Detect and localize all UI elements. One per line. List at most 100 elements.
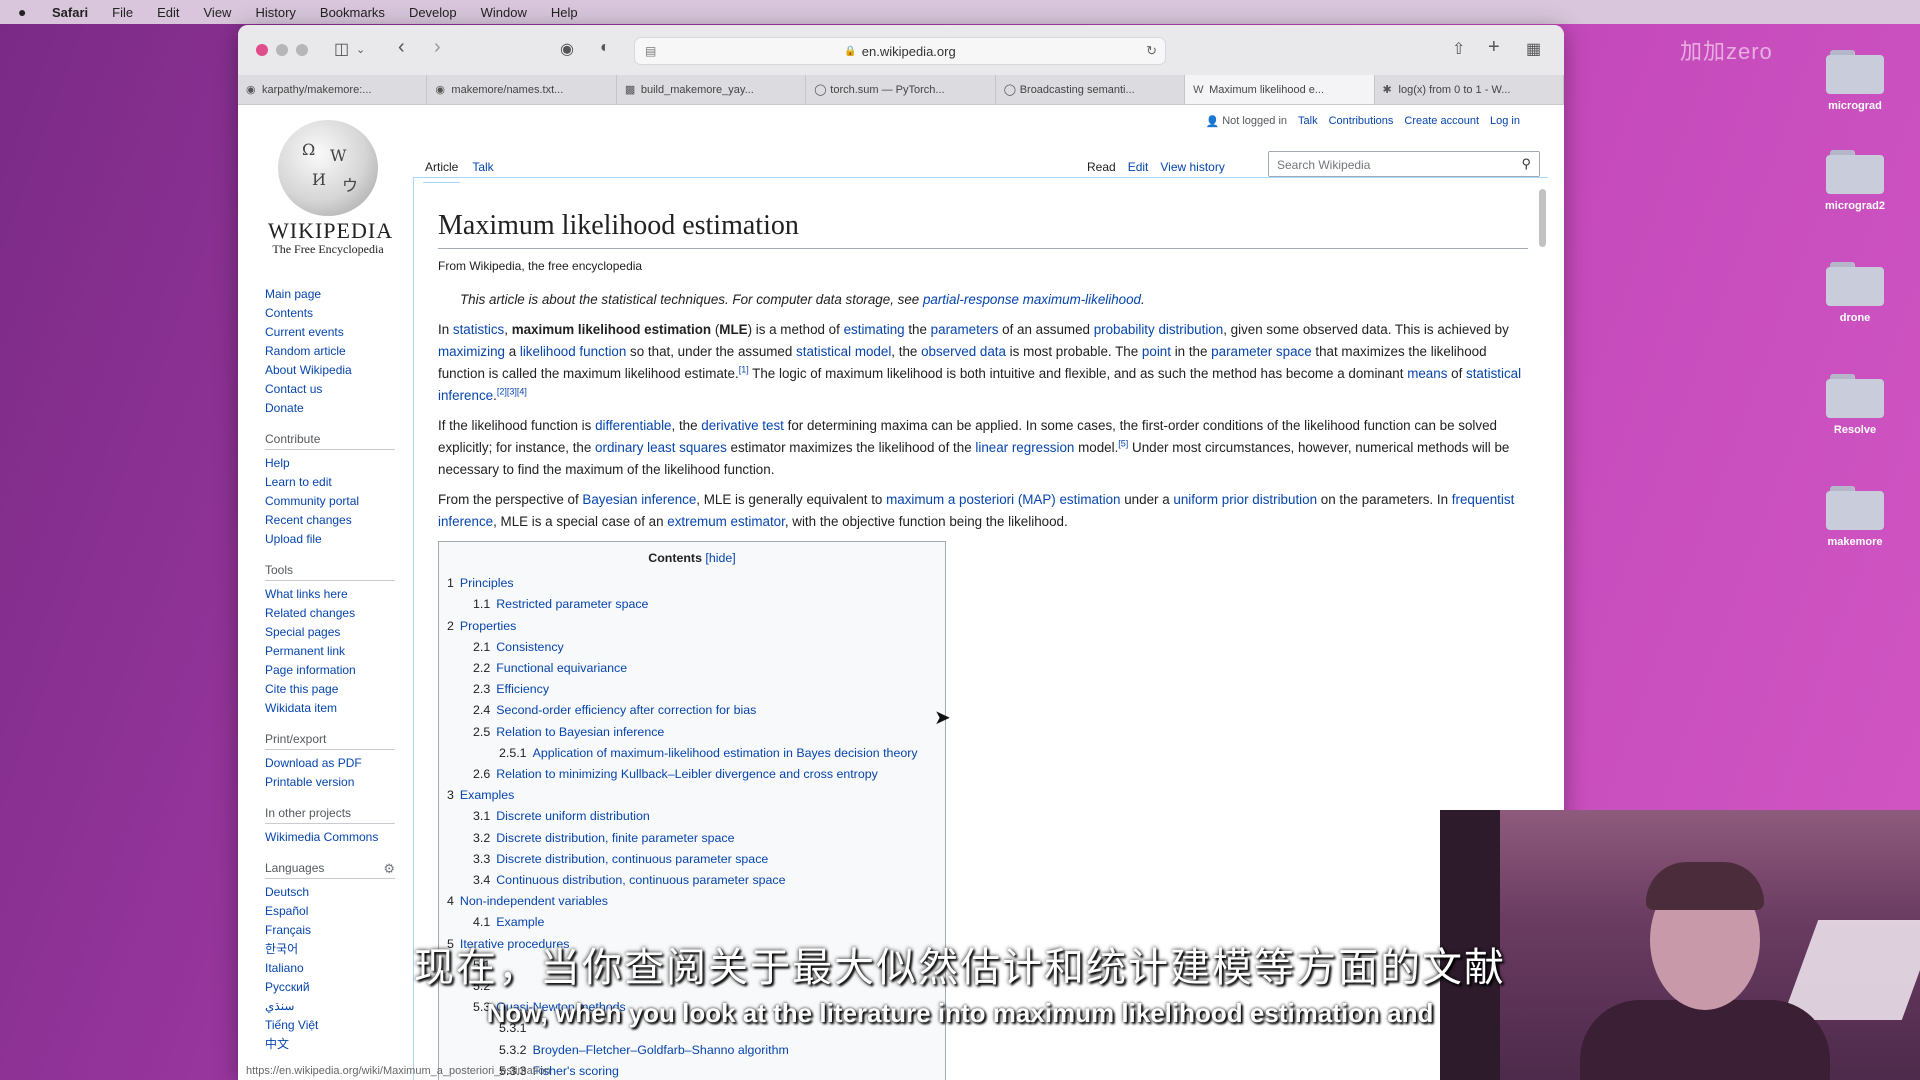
toc-link[interactable]: Discrete uniform distribution — [496, 809, 650, 823]
link-means[interactable]: means — [1407, 366, 1447, 381]
link-observed-data[interactable]: observed data — [921, 344, 1006, 359]
toc-link[interactable]: Continuous distribution, continuous para… — [496, 873, 785, 887]
link-likelihood-function[interactable]: likelihood function — [520, 344, 626, 359]
link-parameter-space[interactable]: parameter space — [1211, 344, 1311, 359]
chevron-down-icon[interactable]: ⌄ — [356, 43, 365, 56]
desktop-folder-resolve[interactable]: Resolve — [1800, 374, 1910, 436]
toc-item[interactable]: 2.3 Efficiency — [447, 679, 937, 700]
menu-view[interactable]: View — [204, 5, 232, 20]
tab-article[interactable]: Article — [423, 160, 461, 183]
sidebar-item-contact[interactable]: Contact us — [265, 380, 395, 399]
tab-talk[interactable]: Talk — [470, 160, 495, 183]
toc-link[interactable]: Relation to Bayesian inference — [496, 725, 664, 739]
sidebar-item-main-page[interactable]: Main page — [265, 285, 395, 304]
link-probability-distribution[interactable]: probability distribution — [1094, 322, 1224, 337]
toc-item[interactable]: 3.3 Discrete distribution, continuous par… — [447, 849, 937, 870]
tab-wolfram[interactable]: ✱ log(x) from 0 to 1 - W... — [1375, 75, 1564, 104]
wikipedia-logo[interactable]: Ω W И ウ WIKIPEDIA The Free Encyclopedia — [268, 120, 392, 257]
tab-torch-sum[interactable]: ◯ torch.sum — PyTorch... — [806, 75, 996, 104]
toc-item[interactable]: 2.1 Consistency — [447, 637, 937, 658]
tab-maximum-likelihood[interactable]: W Maximum likelihood e... — [1185, 75, 1375, 104]
menu-help[interactable]: Help — [551, 5, 578, 20]
sidebar-item-about[interactable]: About Wikipedia — [265, 361, 395, 380]
search-input[interactable]: Search Wikipedia ⚲ — [1268, 151, 1540, 177]
minimize-window-button[interactable] — [276, 44, 288, 56]
link-maximizing[interactable]: maximizing — [438, 344, 505, 359]
sidebar-item-current-events[interactable]: Current events — [265, 323, 395, 342]
desktop-folder-makemore[interactable]: makemore — [1800, 486, 1910, 548]
toc-link[interactable]: Discrete distribution, finite parameter … — [496, 831, 734, 845]
sidebar-toggle-icon[interactable]: ◫ — [334, 39, 349, 59]
toc-item[interactable]: 2 Properties — [447, 616, 937, 637]
toc-item[interactable]: 2.5 Relation to Bayesian inference — [447, 722, 937, 743]
sidebar-item-donate[interactable]: Donate — [265, 399, 395, 418]
desktop-folder-micrograd[interactable]: micrograd — [1800, 50, 1910, 112]
toc-item[interactable]: 4.1 Example — [447, 912, 937, 933]
toc-item[interactable]: 3.2 Discrete distribution, finite paramet… — [447, 828, 937, 849]
toc-item[interactable]: 1.1 Restricted parameter space — [447, 594, 937, 615]
toc-item[interactable]: 3.1 Discrete uniform distribution — [447, 806, 937, 827]
sidebar-item-random-article[interactable]: Random article — [265, 342, 395, 361]
zoom-window-button[interactable] — [296, 44, 308, 56]
link-map-estimation[interactable]: maximum a posteriori (MAP) estimation — [886, 492, 1120, 507]
toc-link[interactable]: Non-independent variables — [460, 894, 608, 908]
sidebar-item-cite[interactable]: Cite this page — [265, 680, 395, 699]
toc-link[interactable]: Principles — [460, 576, 514, 590]
page-menu-icon[interactable]: ▤ — [645, 44, 656, 58]
sidebar-item-help[interactable]: Help — [265, 454, 395, 473]
sidebar-item-community-portal[interactable]: Community portal — [265, 492, 395, 511]
citation[interactable]: [2][3][4] — [497, 387, 527, 397]
tab-overview-icon[interactable]: ▦ — [1526, 39, 1541, 59]
apple-icon[interactable]: ● — [18, 5, 38, 19]
toc-item[interactable]: 2.5.1 Application of maximum-likelihood e… — [447, 743, 937, 764]
contributions-link[interactable]: Contributions — [1329, 115, 1394, 128]
talk-link[interactable]: Talk — [1298, 115, 1318, 128]
sidebar-lang-zh[interactable]: 中文 — [265, 1035, 395, 1054]
tab-karpathy-makemore[interactable]: ◉ karpathy/makemore:... — [238, 75, 428, 104]
tab-read[interactable]: Read — [1087, 160, 1116, 174]
hatnote-link[interactable]: partial-response maximum-likelihood — [923, 292, 1141, 307]
back-button[interactable]: ‹ — [398, 36, 405, 59]
sidebar-lang-es[interactable]: Español — [265, 902, 395, 921]
toc-item[interactable]: 4 Non-independent variables — [447, 891, 937, 912]
citation[interactable]: [1] — [739, 365, 749, 375]
toc-item[interactable]: 5.3.2 Broyden–Fletcher–Goldfarb–Shanno al… — [447, 1040, 937, 1061]
toc-link[interactable]: Consistency — [496, 640, 564, 654]
menu-bookmarks[interactable]: Bookmarks — [320, 5, 385, 20]
toc-link[interactable]: Broyden–Fletcher–Goldfarb–Shanno algorit… — [533, 1043, 789, 1057]
forward-button[interactable]: › — [434, 36, 441, 59]
gear-icon[interactable]: ⚙ — [383, 861, 395, 877]
sidebar-item-learn-to-edit[interactable]: Learn to edit — [265, 473, 395, 492]
sidebar-item-upload-file[interactable]: Upload file — [265, 530, 395, 549]
menu-develop[interactable]: Develop — [409, 5, 457, 20]
sidebar-item-download-pdf[interactable]: Download as PDF — [265, 754, 395, 773]
close-window-button[interactable] — [256, 44, 268, 56]
toc-link[interactable]: Functional equivariance — [496, 661, 627, 675]
toc-item[interactable]: 2.6 Relation to minimizing Kullback–Leibl… — [447, 764, 937, 785]
sidebar-item-page-information[interactable]: Page information — [265, 661, 395, 680]
log-in-link[interactable]: Log in — [1490, 115, 1520, 128]
menu-file[interactable]: File — [112, 5, 133, 20]
link-derivative-test[interactable]: derivative test — [701, 418, 784, 433]
search-icon[interactable]: ⚲ — [1521, 156, 1531, 172]
sidebar-item-printable[interactable]: Printable version — [265, 773, 395, 792]
sidebar-item-contents[interactable]: Contents — [265, 304, 395, 323]
link-parameters[interactable]: parameters — [931, 322, 999, 337]
toc-link[interactable]: Second-order efficiency after correction… — [496, 703, 756, 717]
toc-link[interactable]: Efficiency — [496, 682, 549, 696]
share-icon[interactable]: ⇧ — [1452, 39, 1465, 59]
link-uniform[interactable]: uniform — [1173, 492, 1218, 507]
toc-item[interactable]: 3.4 Continuous distribution, continuous p… — [447, 870, 937, 891]
sidebar-item-special-pages[interactable]: Special pages — [265, 623, 395, 642]
link-prior-distribution[interactable]: prior distribution — [1222, 492, 1317, 507]
password-extension-icon[interactable]: ◉ — [560, 39, 574, 59]
link-point[interactable]: point — [1142, 344, 1171, 359]
sidebar-item-wikidata[interactable]: Wikidata item — [265, 699, 395, 718]
link-differentiable[interactable]: differentiable — [595, 418, 671, 433]
toc-item[interactable]: 2.2 Functional equivariance — [447, 658, 937, 679]
toc-link[interactable]: Properties — [460, 619, 516, 633]
menu-window[interactable]: Window — [481, 5, 527, 20]
address-bar[interactable]: ▤ 🔒 en.wikipedia.org ↻ — [634, 37, 1166, 65]
tab-names-txt[interactable]: ◉ makemore/names.txt... — [427, 75, 617, 104]
toc-link[interactable]: Relation to minimizing Kullback–Leibler … — [496, 767, 878, 781]
